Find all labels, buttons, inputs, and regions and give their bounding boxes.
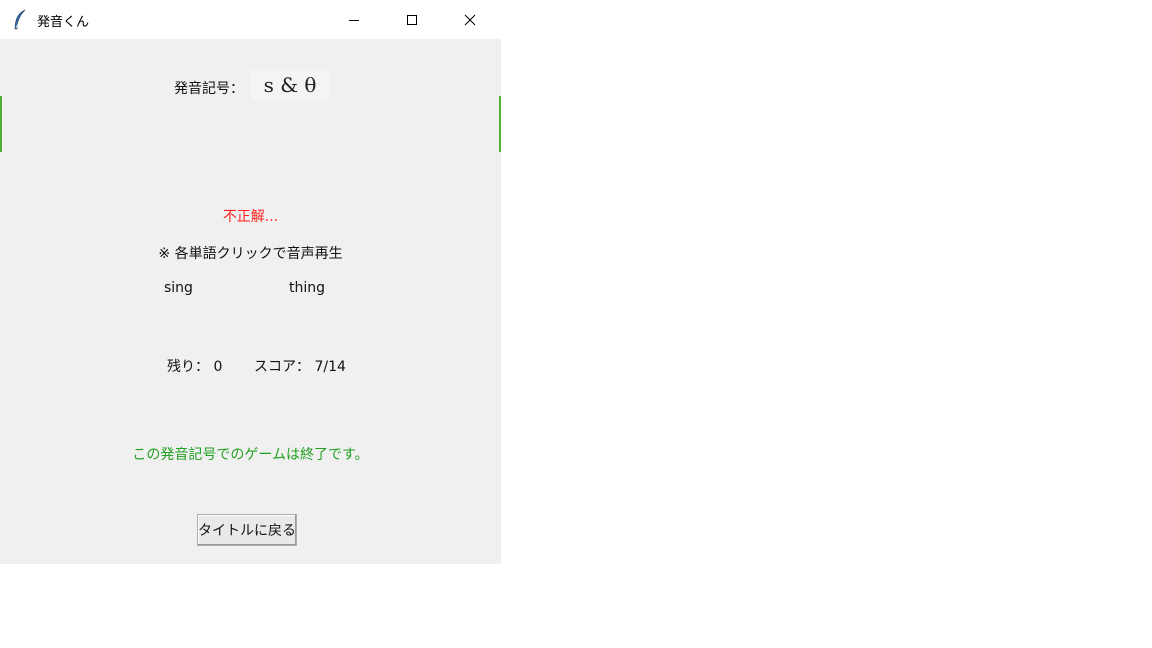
- feather-icon: [14, 9, 26, 30]
- close-button[interactable]: [441, 0, 499, 39]
- focus-edge-left: [0, 96, 2, 152]
- window-title: 発音くん: [37, 15, 90, 30]
- client-area: 発音記号： s & θ 不正解... ※ 各単語クリックで音声再生 sing t…: [0, 39, 501, 564]
- focus-edge-right: [499, 96, 501, 152]
- word-thing[interactable]: thing: [289, 280, 325, 296]
- minimize-button[interactable]: [325, 0, 383, 39]
- remaining-count: 残り： 0: [167, 359, 223, 375]
- close-icon: [464, 14, 476, 25]
- phonetic-symbol: s & θ: [251, 70, 329, 100]
- title-bar[interactable]: 発音くん: [0, 0, 501, 39]
- app-window: 発音くん 発音記号： s & θ 不正解... ※ 各単語クリックで音声再生 s…: [0, 0, 501, 564]
- phonetic-label: 発音記号：: [174, 81, 244, 97]
- game-finished-message: この発音記号でのゲームは終了です。: [132, 447, 369, 463]
- maximize-icon: [407, 14, 417, 25]
- result-text: 不正解...: [222, 209, 279, 225]
- back-to-title-button[interactable]: タイトルに戻る: [197, 514, 297, 546]
- hint-text: ※ 各単語クリックで音声再生: [158, 246, 343, 262]
- minimize-icon: [349, 19, 359, 21]
- score-display: スコア： 7/14: [254, 359, 346, 375]
- word-sing[interactable]: sing: [164, 280, 193, 296]
- maximize-button[interactable]: [383, 0, 441, 39]
